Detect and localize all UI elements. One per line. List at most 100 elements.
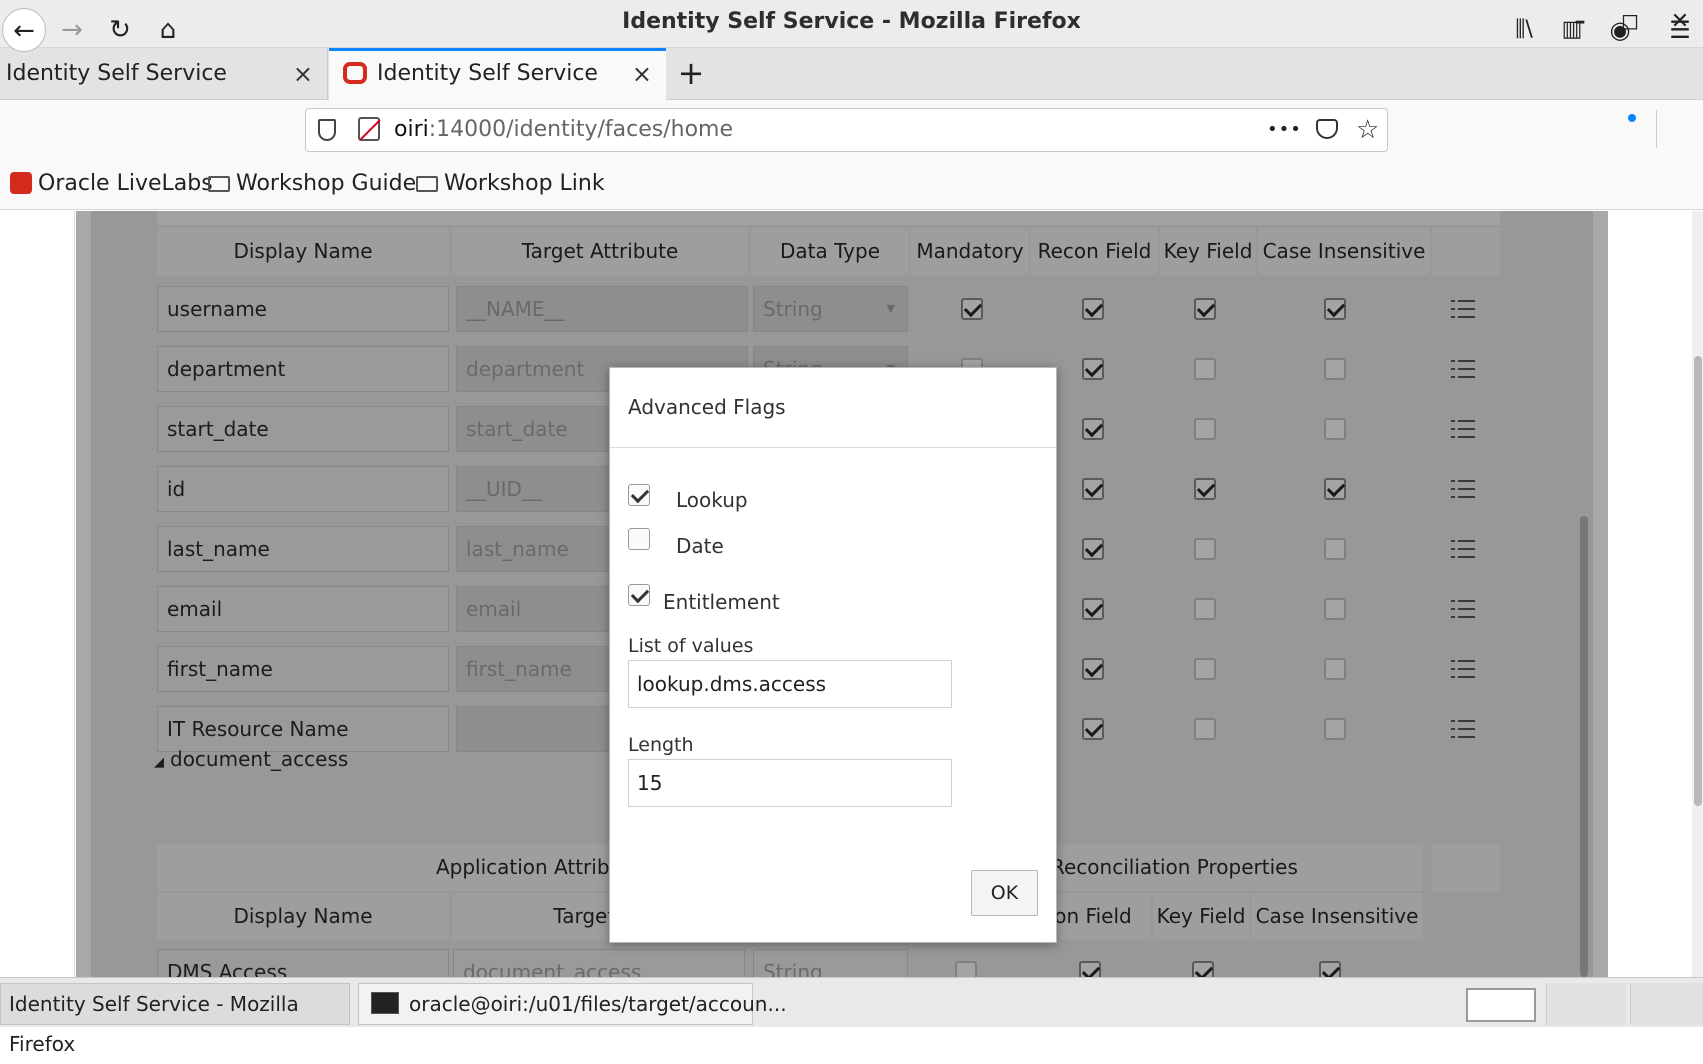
- key-field-checkbox[interactable]: [1194, 658, 1216, 680]
- recon-field-checkbox[interactable]: [1082, 418, 1104, 440]
- key-field-checkbox[interactable]: [1192, 961, 1214, 977]
- list-details-icon[interactable]: [1451, 360, 1475, 380]
- display-name-field[interactable]: last_name: [157, 526, 449, 572]
- advanced-flags-dialog: Advanced Flags Lookup Date Entitlement L…: [609, 367, 1057, 943]
- display-name-field[interactable]: first_name: [157, 646, 449, 692]
- tab-identity-self-service-1[interactable]: Identity Self Service ×: [0, 48, 328, 100]
- case-insensitive-checkbox[interactable]: [1324, 418, 1346, 440]
- list-details-icon[interactable]: [1451, 660, 1475, 680]
- key-field-checkbox[interactable]: [1194, 298, 1216, 320]
- data-type-select-dms-access[interactable]: String: [753, 949, 908, 977]
- case-insensitive-checkbox[interactable]: [1324, 538, 1346, 560]
- page-scrollbar-thumb[interactable]: [1694, 356, 1702, 806]
- workspace-2[interactable]: [1546, 983, 1626, 1025]
- case-insensitive-checkbox[interactable]: [1324, 598, 1346, 620]
- entitlement-checkbox[interactable]: [628, 584, 650, 606]
- data-type-select[interactable]: String▼: [753, 286, 908, 332]
- url-text[interactable]: oiri:14000/identity/faces/home: [394, 109, 733, 151]
- recon-field-checkbox[interactable]: [1079, 961, 1101, 977]
- header-key-field: Key Field: [1160, 228, 1256, 275]
- display-name-field[interactable]: email: [157, 586, 449, 632]
- menu-icon[interactable]: ☰: [1658, 8, 1702, 52]
- date-checkbox[interactable]: [628, 528, 650, 550]
- recon-field-checkbox[interactable]: [1082, 478, 1104, 500]
- list-of-values-input[interactable]: lookup.dms.access: [628, 660, 952, 708]
- list-details-icon[interactable]: [1451, 540, 1475, 560]
- pocket-icon[interactable]: [1316, 119, 1338, 139]
- notification-dot-icon: [1628, 114, 1636, 122]
- list-details-icon[interactable]: [1451, 480, 1475, 500]
- page-actions-icon[interactable]: •••: [1267, 109, 1302, 151]
- account-icon[interactable]: ◉: [1598, 8, 1642, 52]
- toolbar-divider: [1656, 110, 1657, 148]
- key-field-checkbox[interactable]: [1194, 598, 1216, 620]
- display-name-field-dms-access[interactable]: DMS Access: [157, 949, 449, 977]
- target-attribute-field-dms-access[interactable]: document_access: [453, 949, 745, 977]
- close-tab-icon[interactable]: ×: [293, 48, 313, 100]
- collapse-triangle-icon[interactable]: ◢: [154, 755, 164, 770]
- bookmark-star-icon[interactable]: ☆: [1356, 109, 1379, 151]
- display-name-field[interactable]: username: [157, 286, 449, 332]
- case-insensitive-checkbox[interactable]: [1324, 478, 1346, 500]
- list-details-icon[interactable]: [1451, 600, 1475, 620]
- recon-field-checkbox[interactable]: [1082, 298, 1104, 320]
- key-field-checkbox[interactable]: [1194, 718, 1216, 740]
- bookmark-workshop-link[interactable]: Workshop Link: [416, 160, 605, 208]
- forward-button[interactable]: →: [50, 8, 94, 52]
- oracle-favicon-icon: [343, 62, 367, 84]
- ok-button[interactable]: OK: [971, 870, 1038, 916]
- recon-field-checkbox[interactable]: [1082, 598, 1104, 620]
- recon-field-checkbox[interactable]: [1082, 538, 1104, 560]
- reload-button[interactable]: ↻: [98, 8, 142, 52]
- bookmark-workshop-guide[interactable]: Workshop Guide: [208, 160, 416, 208]
- case-insensitive-checkbox[interactable]: [1324, 358, 1346, 380]
- display-name-field[interactable]: department: [157, 346, 449, 392]
- list-details-icon[interactable]: [1451, 300, 1475, 320]
- header-recon-field: Recon Field: [1031, 228, 1158, 275]
- bookmark-oracle-livelabs[interactable]: Oracle LiveLabs: [10, 160, 213, 208]
- recon-field-checkbox[interactable]: [1082, 718, 1104, 740]
- workspace-3[interactable]: [1630, 983, 1703, 1025]
- url-bar[interactable]: oiri:14000/identity/faces/home ••• ☆: [305, 108, 1388, 152]
- taskbar-item-terminal[interactable]: oracle@oiri:/u01/files/target/accoun...: [358, 983, 787, 1025]
- list-details-icon[interactable]: [1451, 420, 1475, 440]
- length-input[interactable]: 15: [628, 759, 952, 807]
- home-button[interactable]: ⌂: [146, 8, 190, 52]
- inner-scrollbar-thumb[interactable]: [1580, 516, 1588, 977]
- list-details-icon[interactable]: [1451, 720, 1475, 740]
- case-insensitive-checkbox[interactable]: [1319, 961, 1341, 977]
- taskbar-item-firefox[interactable]: Identity Self Service - Mozilla Firefox: [0, 983, 350, 1056]
- back-button[interactable]: ←: [2, 8, 46, 52]
- tracking-shield-icon[interactable]: [318, 119, 336, 141]
- key-field-checkbox[interactable]: [1194, 538, 1216, 560]
- case-insensitive-checkbox[interactable]: [1324, 298, 1346, 320]
- insecure-lock-icon[interactable]: [358, 117, 381, 141]
- display-name-field[interactable]: IT Resource Name: [157, 706, 449, 752]
- dropdown-arrow-icon: ▼: [886, 302, 895, 315]
- entitlement-label: Entitlement: [663, 590, 780, 614]
- tab-identity-self-service-2[interactable]: Identity Self Service ×: [329, 48, 666, 100]
- case-insensitive-checkbox[interactable]: [1324, 658, 1346, 680]
- recon-field-checkbox[interactable]: [1082, 658, 1104, 680]
- key-field-checkbox[interactable]: [1194, 358, 1216, 380]
- section-document-access[interactable]: ◢ document_access: [154, 747, 348, 771]
- key-field-checkbox[interactable]: [1194, 478, 1216, 500]
- new-tab-button[interactable]: +: [676, 48, 706, 100]
- sidebar-icon[interactable]: ▥: [1550, 8, 1594, 52]
- recon-field-checkbox[interactable]: [1082, 358, 1104, 380]
- header-display-name: Display Name: [157, 228, 449, 275]
- case-insensitive-checkbox[interactable]: [1324, 718, 1346, 740]
- display-name-field[interactable]: start_date: [157, 406, 449, 452]
- display-name-field[interactable]: id: [157, 466, 449, 512]
- terminal-icon: [371, 992, 399, 1014]
- target-attribute-field[interactable]: __NAME__: [456, 286, 748, 332]
- window-title-bar: Identity Self Service - Mozilla Firefox: [0, 0, 1703, 48]
- mandatory-checkbox[interactable]: [961, 298, 983, 320]
- library-icon[interactable]: ⫼\: [1502, 8, 1546, 52]
- lookup-checkbox[interactable]: [628, 484, 650, 506]
- workspace-switcher[interactable]: [1466, 988, 1536, 1022]
- livelabs-icon: [10, 172, 32, 194]
- mandatory-checkbox[interactable]: [955, 961, 977, 977]
- key-field-checkbox[interactable]: [1194, 418, 1216, 440]
- close-tab-icon[interactable]: ×: [632, 51, 652, 97]
